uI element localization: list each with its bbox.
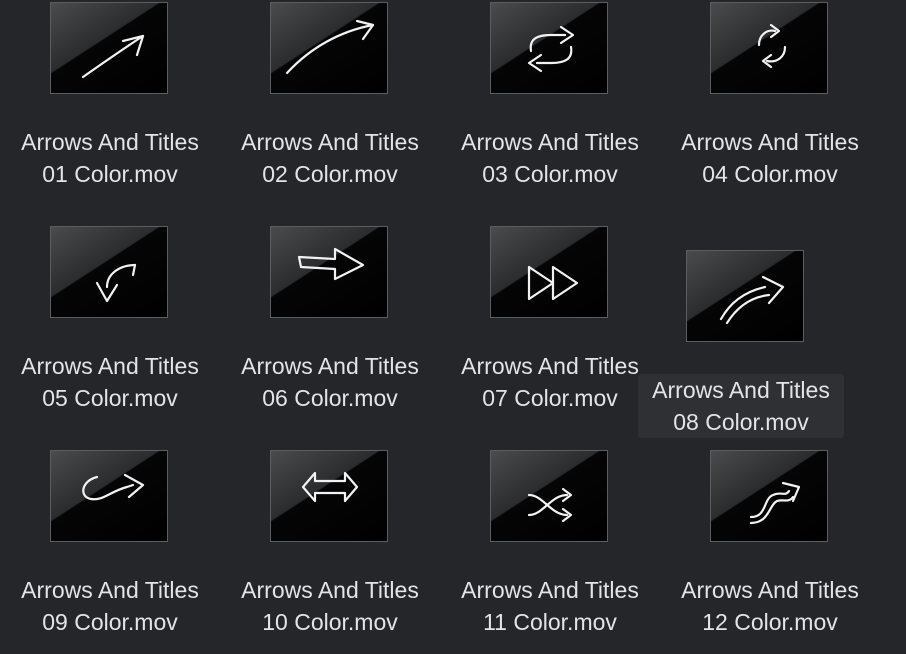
file-name-label[interactable]: Arrows And Titles 02 Color.mov	[220, 126, 440, 190]
file-item-09[interactable]: Arrows And Titles 09 Color.mov	[0, 448, 220, 654]
file-name-label[interactable]: Arrows And Titles 01 Color.mov	[0, 126, 220, 190]
file-item-07[interactable]: Arrows And Titles 07 Color.mov	[440, 224, 660, 434]
file-name-label[interactable]: Arrows And Titles 08 Color.mov	[638, 374, 844, 438]
file-name-label[interactable]: Arrows And Titles 06 Color.mov	[220, 350, 440, 414]
straight-arrow-icon	[81, 34, 145, 79]
file-item-03[interactable]: Arrows And Titles 03 Color.mov	[440, 0, 660, 210]
file-name-label[interactable]: Arrows And Titles 04 Color.mov	[660, 126, 880, 190]
file-item-12[interactable]: Arrows And Titles 12 Color.mov	[660, 448, 880, 654]
s-curve-arrow-icon	[749, 481, 801, 525]
video-thumbnail[interactable]	[710, 450, 828, 542]
video-thumbnail[interactable]	[50, 450, 168, 542]
file-item-11[interactable]: Arrows And Titles 11 Color.mov	[440, 448, 660, 654]
fast-forward-icon	[527, 265, 579, 301]
file-item-06[interactable]: Arrows And Titles 06 Color.mov	[220, 224, 440, 434]
file-name-label[interactable]: Arrows And Titles 07 Color.mov	[440, 350, 660, 414]
video-thumbnail[interactable]	[270, 450, 388, 542]
curved-arrow-icon	[285, 19, 375, 75]
video-thumbnail[interactable]	[490, 226, 608, 318]
file-name-label[interactable]: Arrows And Titles 03 Color.mov	[440, 126, 660, 190]
file-name-label[interactable]: Arrows And Titles 05 Color.mov	[0, 350, 220, 414]
video-thumbnail[interactable]	[50, 2, 168, 94]
file-icon-grid: Arrows And Titles 01 Color.mov Arrows And…	[0, 0, 906, 654]
file-item-02[interactable]: Arrows And Titles 02 Color.mov	[220, 0, 440, 210]
repeat-arrows-icon	[527, 25, 575, 73]
video-thumbnail[interactable]	[490, 2, 608, 94]
file-item-10[interactable]: Arrows And Titles 10 Color.mov	[220, 448, 440, 654]
curved-down-arrow-icon	[95, 263, 137, 303]
file-item-05[interactable]: Arrows And Titles 05 Color.mov	[0, 224, 220, 434]
video-thumbnail[interactable]	[270, 226, 388, 318]
video-thumbnail[interactable]	[50, 226, 168, 318]
file-name-label[interactable]: Arrows And Titles 11 Color.mov	[440, 574, 660, 638]
right-arrow-icon	[297, 247, 365, 281]
shuffle-arrows-icon	[527, 487, 573, 523]
double-arrow-icon	[301, 471, 359, 503]
loop-arrow-icon	[82, 473, 145, 501]
file-name-label[interactable]: Arrows And Titles 12 Color.mov	[660, 574, 880, 638]
curved-up-arrow-icon	[719, 275, 785, 325]
video-thumbnail[interactable]	[686, 250, 804, 342]
file-name-label[interactable]: Arrows And Titles 09 Color.mov	[0, 574, 220, 638]
file-item-01[interactable]: Arrows And Titles 01 Color.mov	[0, 0, 220, 210]
circular-refresh-icon	[757, 23, 787, 69]
file-name-label[interactable]: Arrows And Titles 10 Color.mov	[220, 574, 440, 638]
video-thumbnail[interactable]	[490, 450, 608, 542]
video-thumbnail[interactable]	[270, 2, 388, 94]
video-thumbnail[interactable]	[710, 2, 828, 94]
file-item-08[interactable]: Arrows And Titles 08 Color.mov	[636, 248, 856, 458]
file-item-04[interactable]: Arrows And Titles 04 Color.mov	[660, 0, 880, 210]
